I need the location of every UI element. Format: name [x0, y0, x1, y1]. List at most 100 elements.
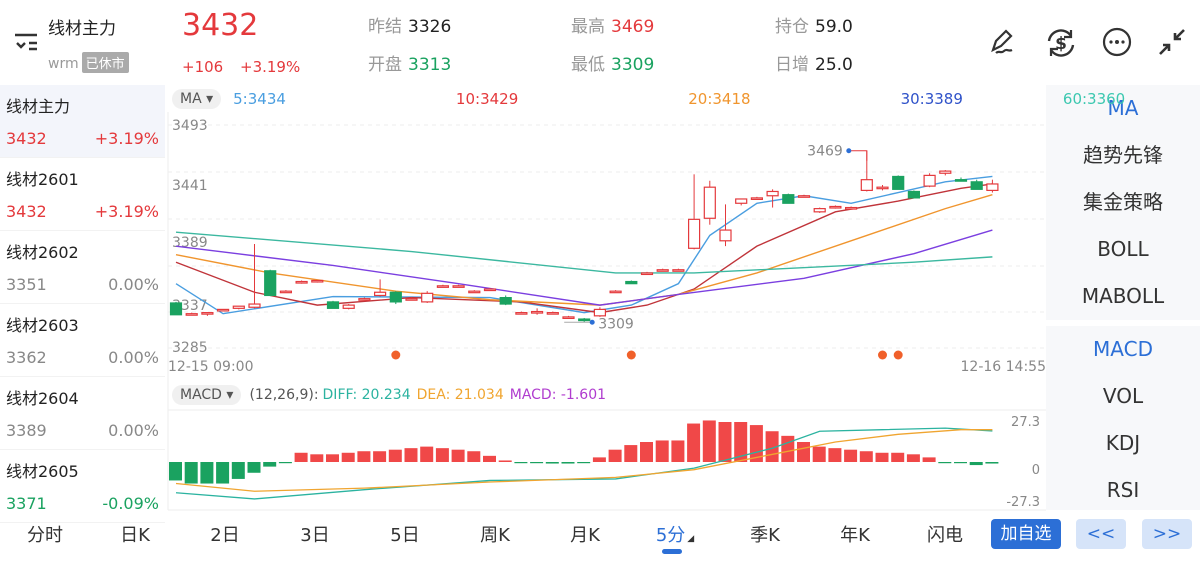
macd-bar: [231, 462, 245, 479]
macd-bar: [624, 445, 638, 462]
prev-button[interactable]: <<: [1076, 519, 1126, 549]
period-tab[interactable]: 5分 ◢: [630, 521, 720, 554]
macd-bar: [608, 449, 622, 462]
candle: [436, 285, 449, 288]
macd-bar: [844, 449, 858, 462]
macd-y-tick: 27.3: [1011, 415, 1040, 430]
macd-bar: [938, 462, 952, 464]
x-start-label: 12-15 09:00: [168, 359, 253, 375]
macd-bar: [404, 448, 418, 462]
macd-bar: [200, 462, 214, 484]
macd-bar: [420, 446, 434, 462]
candle: [813, 208, 826, 213]
candle: [907, 190, 921, 199]
period-tabs: 分时 日K 2日 3日 5日 周K 月K 5分 ◢ 季K 年K 闪电 加自选 << >>: [0, 512, 1200, 556]
candle: [656, 269, 669, 272]
next-button[interactable]: >>: [1142, 519, 1192, 549]
low-marker-dot: [589, 319, 595, 325]
macd-bar: [592, 457, 606, 462]
period-tab-label: 5分: [655, 525, 686, 546]
period-tab[interactable]: 3日: [270, 521, 360, 547]
macd-bar: [640, 442, 653, 462]
ma-line-ma5: [175, 175, 993, 315]
macd-bar: [341, 452, 355, 462]
signal-marker: [391, 350, 401, 360]
candle: [593, 308, 607, 317]
macd-bar: [247, 462, 261, 473]
macd-bar: [545, 462, 559, 464]
candle: [719, 229, 732, 242]
candle: [452, 285, 465, 288]
candle: [530, 310, 544, 314]
add-watchlist-button[interactable]: 加自选: [991, 519, 1061, 549]
period-tab-label: 5日: [390, 525, 420, 546]
high-marker-dot: [846, 148, 852, 154]
low-label: 3309: [598, 316, 634, 332]
macd-bar: [891, 452, 905, 462]
period-tab[interactable]: 周K: [450, 521, 540, 547]
period-tab[interactable]: 分时: [0, 521, 90, 547]
candle: [483, 288, 497, 292]
ma-line-ma60: [175, 231, 993, 274]
macd-bar: [169, 462, 182, 481]
ma-line-ma10: [175, 183, 993, 314]
macd-bar: [216, 462, 230, 484]
candle: [295, 280, 308, 284]
y-tick-label: 3389: [172, 235, 208, 251]
candle: [578, 318, 591, 322]
high-marker-line: [848, 150, 868, 161]
macd-bar: [687, 423, 701, 462]
candle: [640, 272, 654, 276]
macd-bar: [969, 462, 983, 466]
signal-marker: [626, 350, 636, 360]
period-tab[interactable]: 闪电: [900, 521, 990, 547]
macd-bar: [184, 462, 198, 484]
macd-bar: [702, 420, 716, 462]
period-tab-label: 分时: [27, 525, 63, 546]
period-tab-label: 3日: [300, 525, 330, 546]
macd-y-tick: 0: [1032, 463, 1040, 478]
period-tab-label: 闪电: [927, 525, 963, 546]
kline-chart[interactable]: 3493344133893337328512-15 09:00 12-16 14:…: [0, 0, 1200, 512]
candle: [782, 194, 795, 204]
macd-bar: [263, 462, 277, 467]
period-tab[interactable]: 年K: [810, 521, 900, 547]
y-tick-label: 3441: [172, 178, 208, 194]
macd-bar: [875, 452, 889, 462]
candle: [389, 291, 402, 303]
period-tab[interactable]: 月K: [540, 521, 630, 547]
macd-bar: [859, 451, 873, 462]
macd-y-tick: -27.3: [1006, 495, 1040, 510]
period-tab[interactable]: 季K: [720, 521, 810, 547]
candle: [766, 190, 779, 197]
candle: [515, 312, 528, 315]
macd-bar: [357, 451, 371, 462]
period-tab[interactable]: 2日: [180, 521, 270, 547]
signal-marker: [893, 350, 903, 360]
period-tab-label: 2日: [210, 525, 240, 546]
candle: [201, 312, 214, 315]
macd-bar: [812, 446, 826, 462]
macd-bar: [498, 460, 512, 462]
candle: [687, 218, 701, 249]
macd-bar: [435, 448, 449, 462]
macd-bar: [373, 451, 387, 462]
period-tab[interactable]: 5日: [360, 521, 450, 547]
candle: [703, 186, 716, 219]
period-tab-label: 周K: [480, 525, 510, 546]
candle: [185, 313, 198, 316]
signal-marker: [878, 350, 887, 360]
candle: [468, 290, 481, 294]
macd-bar: [718, 422, 732, 462]
candle: [342, 304, 355, 309]
period-tab[interactable]: 日K: [90, 521, 180, 547]
ma-line-ma30: [175, 229, 993, 306]
candle: [750, 197, 764, 201]
macd-bar: [985, 462, 999, 464]
candle: [672, 269, 685, 272]
candle: [358, 298, 371, 301]
ma-line-ma20: [175, 194, 993, 306]
macd-bar: [294, 452, 308, 462]
macd-bar: [655, 440, 669, 462]
candle: [986, 183, 999, 191]
